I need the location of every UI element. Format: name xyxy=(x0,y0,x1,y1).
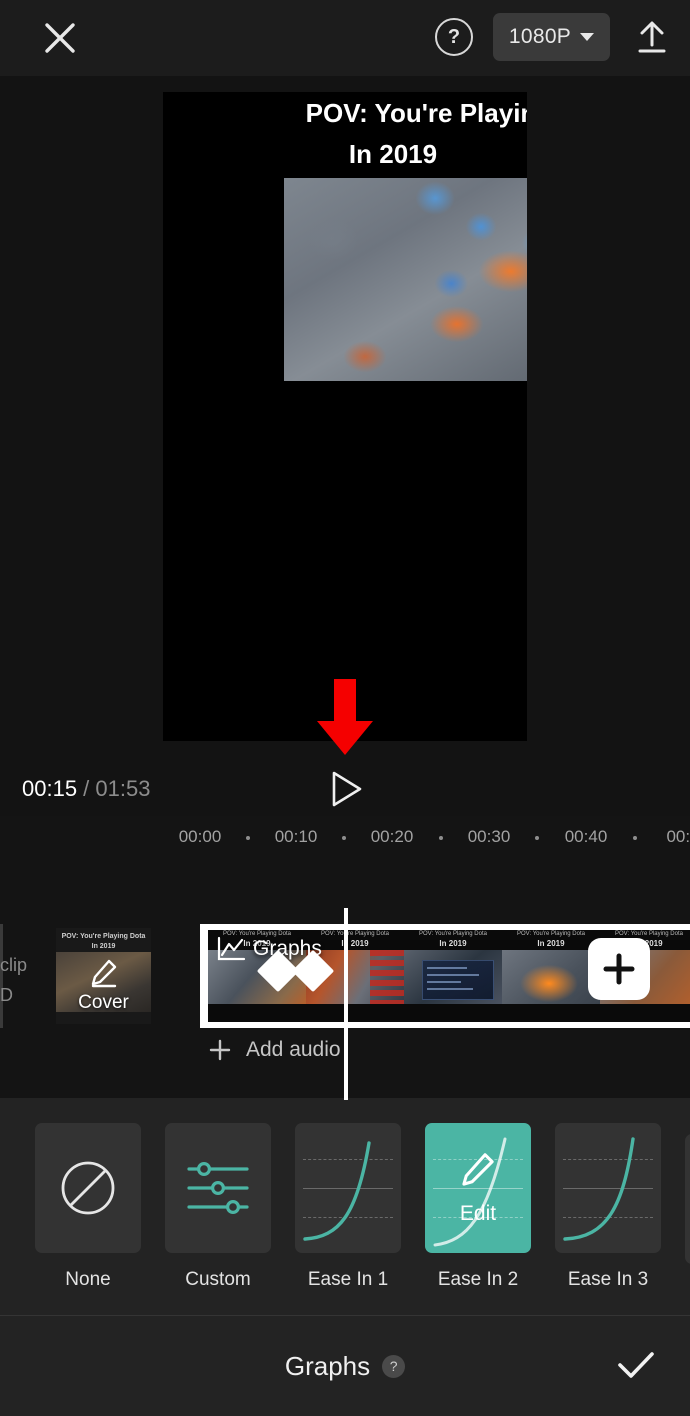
top-bar: ? 1080P xyxy=(0,0,690,76)
help-badge-icon[interactable]: ? xyxy=(382,1355,405,1378)
plus-icon xyxy=(208,1038,232,1062)
add-audio-button[interactable]: Add audio xyxy=(208,1038,341,1062)
add-clip-button[interactable] xyxy=(588,938,650,1000)
ease-curve-icon xyxy=(555,1123,661,1253)
ruler-dot xyxy=(439,836,443,840)
check-icon xyxy=(613,1343,659,1389)
cover-caption: POV: You're Playing Dota In 2019 xyxy=(56,932,151,952)
plus-icon xyxy=(602,952,636,986)
ruler-dot xyxy=(633,836,637,840)
clip-thumb: POV: You're Playing Dota In 2019 xyxy=(404,930,502,1022)
thumb-ui-overlay xyxy=(422,960,494,1000)
ruler-dot xyxy=(246,836,250,840)
pencil-icon xyxy=(89,958,119,988)
graph-preset-none-label: None xyxy=(35,1269,141,1291)
graph-preset-edit-label: Edit xyxy=(460,1202,496,1226)
graph-preset-custom[interactable]: Custom xyxy=(165,1123,271,1291)
ruler-dot xyxy=(342,836,346,840)
graphs-panel-title-label: Graphs xyxy=(285,1351,370,1382)
graph-preset-list[interactable]: None Custom xyxy=(0,1098,690,1316)
preview-overlay-title-2: In 2019 xyxy=(211,139,527,170)
play-button[interactable] xyxy=(322,766,368,812)
upload-icon xyxy=(632,17,672,57)
total-duration: 01:53 xyxy=(95,776,150,801)
graph-preset-custom-box xyxy=(165,1123,271,1253)
thumb-header: POV: You're Playing Dota xyxy=(404,930,502,939)
thumb-year: In 2019 xyxy=(502,939,600,948)
export-button[interactable] xyxy=(630,15,674,59)
graph-curve-icon xyxy=(216,936,246,962)
add-audio-label: Add audio xyxy=(246,1038,341,1062)
graph-preset-ease-in-1-box xyxy=(295,1123,401,1253)
close-button[interactable] xyxy=(38,16,82,60)
cover-caption-line-2: In 2019 xyxy=(56,942,151,952)
thumb-image xyxy=(502,950,600,1004)
thumb-header: POV: You're Playing Dota xyxy=(502,930,600,939)
ruler-tick-4: 00:40 xyxy=(565,827,608,847)
ruler-tick-5: 00:5 xyxy=(666,827,690,847)
graphs-panel-footer: Graphs ? xyxy=(0,1316,690,1416)
ruler-tick-0: 00:00 xyxy=(179,827,222,847)
cover-caption-line-1: POV: You're Playing Dota xyxy=(56,932,151,942)
preview-gameplay-image xyxy=(284,178,527,381)
video-preview[interactable]: POV: You're Playin In 2019 xyxy=(163,92,527,741)
graph-preset-custom-label: Custom xyxy=(165,1269,271,1291)
ruler-tick-2: 00:20 xyxy=(371,827,414,847)
thumb-overlay xyxy=(370,950,404,1004)
graph-preset-ease-in-3-label: Ease In 3 xyxy=(555,1269,661,1291)
timeline[interactable]: 00:00 00:10 00:20 00:30 00:40 00:5 clip … xyxy=(0,816,690,1100)
ruler-tick-3: 00:30 xyxy=(468,827,511,847)
graph-preset-ease-in-1-label: Ease In 1 xyxy=(295,1269,401,1291)
graph-preset-ease-in-2-box: Edit xyxy=(425,1123,531,1253)
resolution-label: 1080P xyxy=(509,25,571,49)
video-editor-screen: ? 1080P POV: You're Playin In 2019 xyxy=(0,0,690,1416)
ruler-dot xyxy=(535,836,539,840)
sliders-icon xyxy=(183,1153,253,1223)
playhead-marker[interactable] xyxy=(344,908,348,1100)
current-time: 00:15 xyxy=(22,776,77,801)
ruler-tick-1: 00:10 xyxy=(275,827,318,847)
time-separator: / xyxy=(77,776,95,801)
confirm-button[interactable] xyxy=(610,1340,662,1392)
selected-clip[interactable]: POV: You're Playing Dota In 2019 POV: Yo… xyxy=(200,924,690,1028)
graph-preset-ease-in-3[interactable]: Ease In 3 xyxy=(555,1123,661,1291)
red-down-arrow-annotation xyxy=(313,679,377,757)
left-stub-line-1: clip xyxy=(0,950,27,980)
graphs-panel-title: Graphs ? xyxy=(285,1351,405,1382)
graph-preset-none[interactable]: None xyxy=(35,1123,141,1291)
resolution-selector[interactable]: 1080P xyxy=(493,13,610,61)
graph-preset-ease-in-3-box xyxy=(555,1123,661,1253)
graph-preset-none-box xyxy=(35,1123,141,1253)
help-glyph: ? xyxy=(448,27,460,47)
pencil-icon xyxy=(458,1150,498,1190)
graphs-panel: None Custom xyxy=(0,1098,690,1416)
close-icon xyxy=(40,18,80,58)
timeline-ruler[interactable]: 00:00 00:10 00:20 00:30 00:40 00:5 xyxy=(0,816,690,860)
graph-preset-ease-in-1[interactable]: Ease In 1 xyxy=(295,1123,401,1291)
graph-preset-next-partial[interactable] xyxy=(685,1134,690,1280)
thumb-year: In 2019 xyxy=(404,939,502,948)
timecode: 00:15 / 01:53 xyxy=(22,776,150,802)
chevron-down-icon xyxy=(580,33,594,41)
ease-curve-icon xyxy=(295,1123,401,1253)
player-controls: 00:15 / 01:53 xyxy=(0,762,690,816)
clip-thumb: POV: You're Playing Dota In 2019 xyxy=(502,930,600,1022)
no-entry-icon xyxy=(57,1157,119,1219)
cover-label: Cover xyxy=(56,992,151,1014)
ease-curve-icon xyxy=(685,1134,690,1264)
graph-preset-edit-overlay[interactable]: Edit xyxy=(425,1123,531,1253)
help-button[interactable]: ? xyxy=(435,18,473,56)
top-bar-actions: ? 1080P xyxy=(435,13,674,61)
timeline-left-stub: clip D xyxy=(0,950,27,1010)
left-stub-line-2: D xyxy=(0,980,27,1010)
graph-preset-next-partial-box xyxy=(685,1134,690,1264)
preview-stage: POV: You're Playin In 2019 00:15 / 01:53 xyxy=(0,76,690,816)
graph-preset-ease-in-2[interactable]: Edit Ease In 2 xyxy=(425,1123,531,1291)
graph-preset-ease-in-2-label: Ease In 2 xyxy=(425,1269,531,1291)
preview-overlay-title-1: POV: You're Playin xyxy=(239,98,527,129)
cover-thumbnail[interactable]: POV: You're Playing Dota In 2019 Cover xyxy=(56,928,151,1024)
play-icon xyxy=(324,768,366,810)
